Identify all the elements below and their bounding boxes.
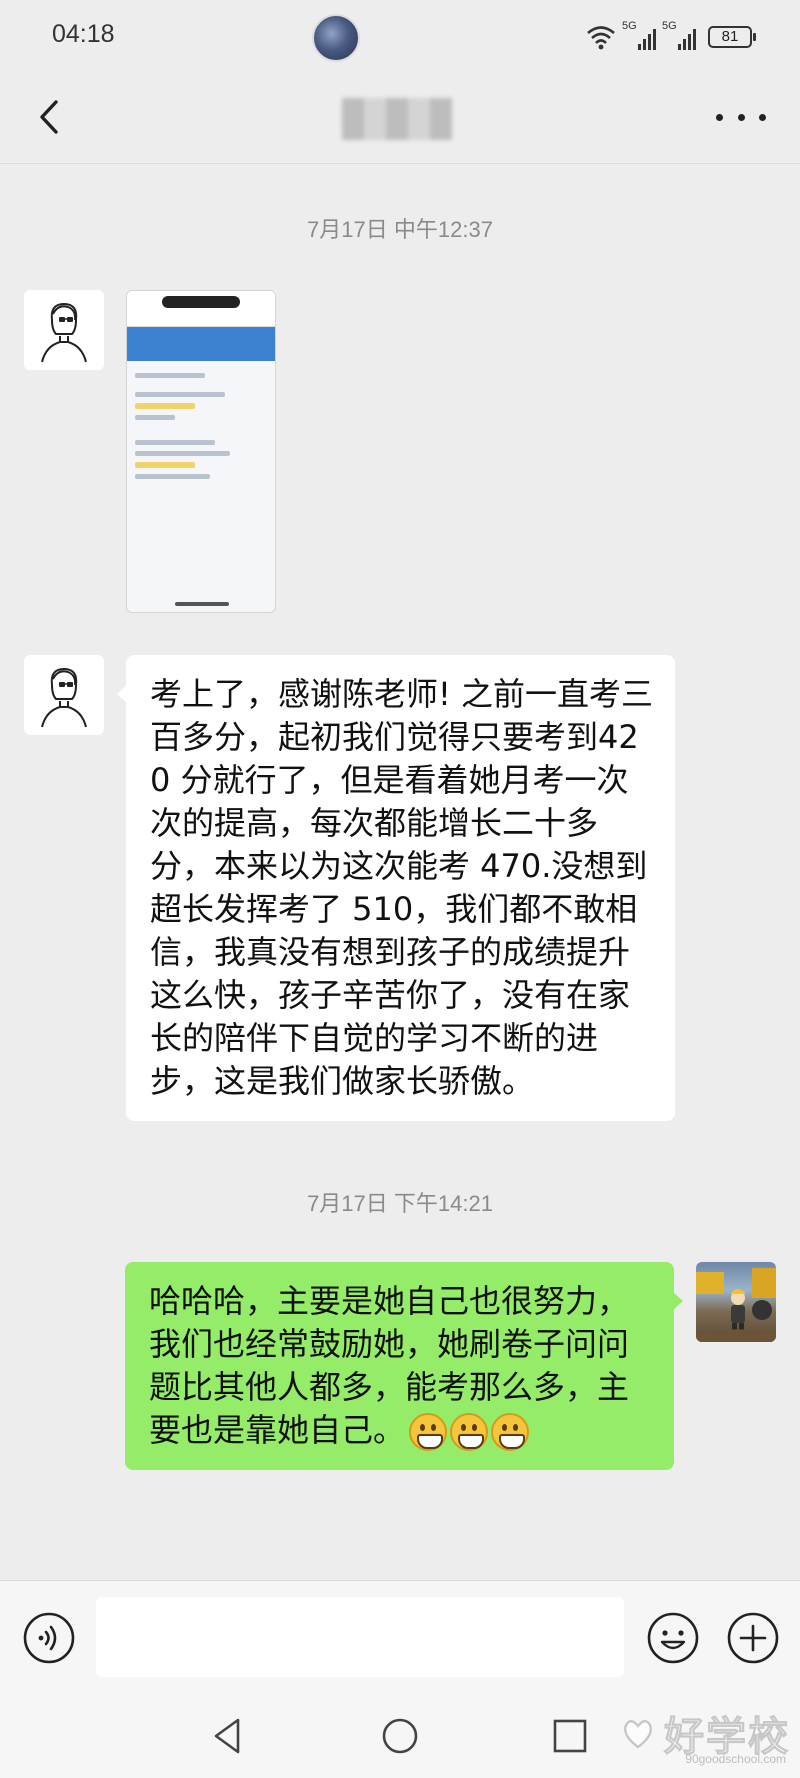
message-text: 哈哈哈，主要是她自己也很努力，我们也经常鼓励她，她刷卷子问问题比其他人都多，能考… (149, 1282, 630, 1449)
voice-input-button[interactable] (22, 1611, 76, 1665)
system-back-button[interactable] (206, 1714, 250, 1758)
grin-emoji-icon (409, 1413, 448, 1451)
message-text: 考上了，感谢陈老师! 之前一直考三百多分，起初我们觉得只要考到420 分就行了，… (150, 675, 654, 1100)
more-horizontal-icon (716, 113, 723, 121)
emoji-button[interactable] (646, 1611, 700, 1665)
status-time: 04:18 (52, 20, 115, 48)
more-functions-button[interactable] (726, 1611, 780, 1665)
triangle-back-icon (214, 1718, 240, 1754)
contact-avatar[interactable] (24, 290, 104, 370)
message-input-bar (0, 1580, 800, 1692)
self-avatar-icon (696, 1268, 776, 1342)
battery-icon: 81 (708, 26, 756, 48)
chat-header (0, 74, 800, 164)
watermark-url: 90goodschool.com (685, 1752, 786, 1766)
outgoing-message-bubble[interactable]: 哈哈哈，主要是她自己也很努力，我们也经常鼓励她，她刷卷子问问题比其他人都多，能考… (125, 1262, 683, 1470)
contact-avatar-icon (41, 667, 87, 728)
grin-emoji-icon (491, 1413, 530, 1451)
status-notification-avatar-icon (312, 14, 360, 62)
message-text-input[interactable] (96, 1597, 624, 1677)
signal-icon-1: 5G (622, 20, 656, 50)
grin-emoji-icon (450, 1413, 489, 1451)
circle-home-icon (382, 1718, 418, 1754)
incoming-message-bubble[interactable]: 考上了，感谢陈老师! 之前一直考三百多分，起初我们觉得只要考到420 分就行了，… (117, 655, 675, 1121)
plus-icon (727, 1612, 779, 1664)
contact-avatar[interactable] (24, 655, 104, 735)
watermark-heart-icon (624, 1720, 652, 1749)
chevron-left-icon (40, 100, 58, 134)
more-options-button[interactable] (716, 94, 766, 140)
emoji-icon (647, 1612, 699, 1664)
chat-title-blurred (342, 98, 452, 140)
system-recents-button[interactable] (548, 1714, 592, 1758)
self-avatar[interactable] (696, 1262, 776, 1342)
message-timestamp: 7月17日 中午12:37 (307, 217, 493, 242)
status-bar: 04:18 5G 5G 81 (0, 0, 800, 74)
wifi-icon (587, 26, 615, 50)
message-timestamp: 7月17日 下午14:21 (307, 1191, 493, 1216)
emoji-group (409, 1413, 530, 1451)
status-icons: 5G 5G 81 (586, 20, 756, 52)
signal-icon-2: 5G (662, 20, 696, 50)
contact-avatar-icon (41, 302, 87, 363)
system-navigation-bar: 好学校 90goodschool.com (0, 1692, 800, 1778)
image-message[interactable] (126, 290, 276, 613)
square-recents-icon (553, 1719, 587, 1753)
back-button[interactable] (28, 94, 74, 140)
system-home-button[interactable] (378, 1714, 422, 1758)
voice-icon (23, 1612, 75, 1664)
